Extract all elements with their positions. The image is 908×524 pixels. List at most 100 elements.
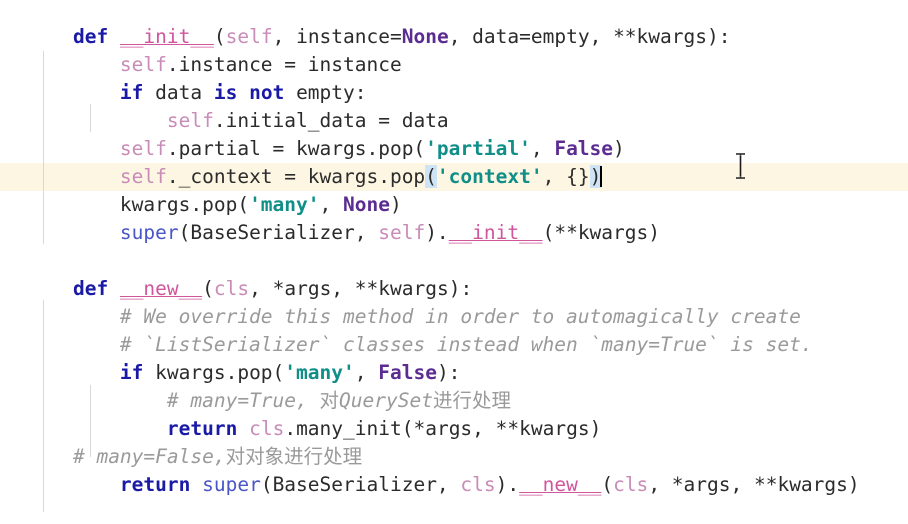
- code-token: kwargs.pop(: [26, 193, 250, 216]
- code-token: # `ListSerializer` classes instead when …: [119, 333, 813, 356]
- code-token: .instance = instance: [166, 53, 402, 76]
- code-token: cls: [613, 473, 649, 496]
- code-line[interactable]: self.initial_data = data: [26, 107, 449, 135]
- text-caret: [600, 166, 603, 187]
- code-line[interactable]: return super(BaseSerializer, cls).__new_…: [26, 471, 860, 499]
- code-token: ,: [354, 361, 379, 384]
- code-token: ): [613, 137, 625, 160]
- code-token: , {}: [542, 165, 590, 188]
- code-line[interactable]: def __init__(self, instance=None, data=e…: [26, 23, 731, 51]
- code-token: , data=empty, **kwargs):: [448, 25, 731, 48]
- code-token: self: [225, 25, 273, 48]
- code-token: self: [166, 109, 214, 132]
- code-token: (BaseSerializer,: [260, 473, 461, 496]
- code-line[interactable]: def __new__(cls, *args, **kwargs):: [26, 275, 472, 303]
- code-token: ).: [495, 473, 520, 496]
- code-token: 'many': [284, 361, 355, 384]
- code-token: (**kwargs): [542, 221, 660, 244]
- code-token: 'many': [249, 193, 320, 216]
- code-token: self: [378, 221, 426, 244]
- code-token: , *args, **kwargs): [648, 473, 860, 496]
- code-token: __new__: [519, 473, 602, 496]
- code-token: super: [202, 473, 261, 496]
- code-token: 'context': [436, 165, 543, 188]
- code-token: ,: [530, 137, 555, 160]
- code-token: self: [119, 53, 167, 76]
- code-line[interactable]: # many=False,对对象进行处理: [26, 443, 362, 471]
- code-token: None: [401, 25, 449, 48]
- code-token: QuerySet: [339, 389, 433, 412]
- code-token: # many=True,: [166, 389, 320, 412]
- code-token: if: [119, 81, 144, 104]
- code-token: (: [202, 277, 214, 300]
- code-token: ).: [425, 221, 449, 244]
- code-token: def: [72, 25, 109, 48]
- code-token: __init__: [448, 221, 543, 244]
- code-line[interactable]: self._context = kwargs.pop('context', {}…: [26, 163, 603, 191]
- code-line[interactable]: self.instance = instance: [26, 51, 402, 79]
- code-token: None: [343, 193, 390, 216]
- mouse-ibeam-cursor: [736, 153, 745, 179]
- code-token: cls: [460, 473, 496, 496]
- code-token: (BaseSerializer,: [178, 221, 379, 244]
- code-token: .partial = kwargs.pop(: [166, 137, 426, 160]
- code-line[interactable]: super(BaseSerializer, self).__init__(**k…: [26, 219, 660, 247]
- code-token: # many=False,: [72, 445, 226, 468]
- code-token: ,: [319, 193, 343, 216]
- code-token: ):: [436, 361, 461, 384]
- code-line[interactable]: kwargs.pop('many', None): [26, 191, 402, 219]
- code-token: ._context = kwargs.pop: [166, 165, 426, 188]
- code-token: 'partial': [425, 137, 531, 160]
- code-line[interactable]: if data is not empty:: [26, 79, 367, 107]
- code-token: , instance=: [272, 25, 402, 48]
- code-token: False: [378, 361, 437, 384]
- code-line[interactable]: if kwargs.pop('many', False):: [26, 359, 461, 387]
- code-text-area[interactable]: def __init__(self, instance=None, data=e…: [0, 0, 908, 524]
- code-token: kwargs.pop(: [143, 361, 285, 384]
- code-token: def: [72, 277, 109, 300]
- code-token: self: [119, 165, 167, 188]
- code-token: cls: [213, 277, 250, 300]
- code-editor[interactable]: def __init__(self, instance=None, data=e…: [0, 0, 908, 524]
- code-token: .initial_data = data: [213, 109, 449, 132]
- code-line[interactable]: # many=True, 对QuerySet进行处理: [26, 387, 511, 415]
- code-line[interactable]: return cls.many_init(*args, **kwargs): [26, 415, 601, 443]
- code-token: (: [601, 473, 614, 496]
- code-token: not: [249, 81, 285, 104]
- code-token: if: [119, 361, 144, 384]
- code-line[interactable]: # We override this method in order to au…: [26, 303, 801, 331]
- code-token: 对: [319, 389, 340, 412]
- code-token: 进行处理: [432, 389, 511, 412]
- code-token: .many_init(*args, **kwargs): [284, 417, 602, 440]
- code-token: ): [389, 193, 402, 216]
- code-line[interactable]: # `ListSerializer` classes instead when …: [26, 331, 813, 359]
- code-token: empty:: [284, 81, 367, 104]
- code-line[interactable]: self.partial = kwargs.pop('partial', Fal…: [26, 135, 625, 163]
- code-token: (: [425, 165, 437, 188]
- code-token: # We override this method in order to au…: [119, 305, 801, 328]
- code-token: is: [213, 81, 238, 104]
- code-token: return: [166, 417, 238, 440]
- code-token: (: [213, 25, 226, 48]
- code-token: , *args, **kwargs):: [249, 277, 473, 300]
- code-token: super: [119, 221, 179, 244]
